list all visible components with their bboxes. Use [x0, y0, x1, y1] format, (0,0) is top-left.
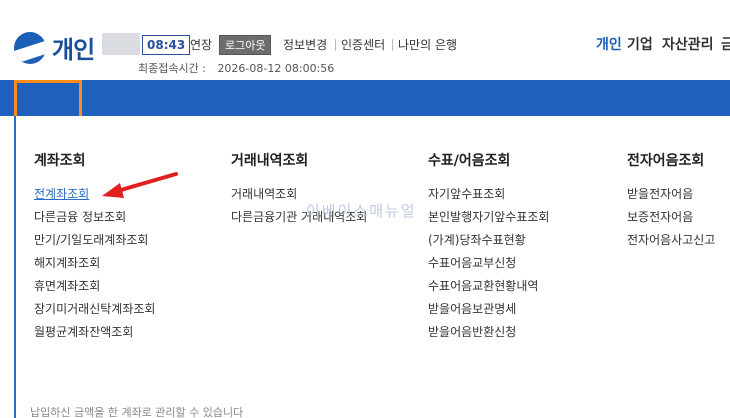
menu-maturity-accounts[interactable]: 만기/기일도래계좌조회 — [34, 232, 148, 248]
menu-cashier-check[interactable]: 자기앞수표조회 — [428, 186, 505, 202]
tab-open-banking[interactable]: 오픈뱅킹 — [165, 0, 217, 36]
tab-fund[interactable]: 펀드 — [428, 0, 454, 36]
menu-all-accounts[interactable]: 전계좌조회 — [34, 186, 89, 202]
nav-more[interactable]: 금 — [721, 36, 730, 54]
divider — [392, 39, 393, 51]
nav-asset-management[interactable]: 자산관리 — [662, 36, 714, 54]
session-timer: 08:43 — [142, 35, 191, 55]
menu-e-bill-accident-report[interactable]: 전자어음사고신고 — [627, 232, 715, 248]
watermark: 이베이스매뉴얼 — [306, 202, 417, 220]
column-title-e-bills: 전자어음조회 — [627, 153, 705, 169]
menu-current-account-check[interactable]: (가계)당좌수표현황 — [428, 232, 526, 248]
menu-other-finance-info[interactable]: 다른금융 정보조회 — [34, 209, 126, 225]
nav-personal[interactable]: 개인 — [596, 36, 622, 54]
tab-loan[interactable]: 대출 — [652, 0, 678, 36]
tab-utility[interactable]: 공과금 — [254, 0, 293, 36]
menu-check-exchange-history[interactable]: 수표어음교환현황내역 — [428, 278, 538, 294]
certificate-center-link[interactable]: 인증센터 — [341, 36, 385, 54]
tab-foreign[interactable]: 외 — [716, 0, 729, 36]
my-bank-link[interactable]: 나만의 은행 — [398, 36, 457, 54]
logout-button[interactable]: 로그아웃 — [219, 35, 272, 55]
last-access: 최종접속시간 : 2026-08-12 08:00:56 — [138, 60, 334, 76]
tab-deposit-trust[interactable]: 예금/신탁 — [331, 0, 388, 36]
menu-guarantee-e-bill[interactable]: 보증전자어음 — [627, 209, 693, 225]
menu-issued-cashier-check[interactable]: 본인발행자기앞수표조회 — [428, 209, 549, 225]
column-title-transactions: 거래내역조회 — [231, 153, 309, 169]
menu-bill-custody[interactable]: 받을어음보관명세 — [428, 301, 516, 317]
tab-insurance[interactable]: 보험 — [584, 0, 610, 36]
menu-monthly-average[interactable]: 월평균계좌잔액조회 — [34, 324, 133, 340]
menu-closed-accounts[interactable]: 해지계좌조회 — [34, 255, 100, 271]
logo-icon — [14, 31, 46, 64]
main-navigation — [0, 80, 730, 116]
tab-inquiry[interactable]: 조회 — [32, 0, 58, 36]
menu-receivable-e-bill[interactable]: 받을전자어음 — [627, 186, 693, 202]
menu-bill-return[interactable]: 받을어음반환신청 — [428, 324, 516, 340]
red-arrow-icon — [102, 172, 178, 198]
page-content-text: 납입하신 금액을 한 계좌로 관리할 수 있습니다 — [30, 406, 244, 418]
inquiry-dropdown-menu — [14, 116, 730, 418]
brand-label: 개인 — [52, 36, 95, 64]
last-access-value: 2026-08-12 08:00:56 — [217, 62, 335, 75]
divider — [335, 39, 336, 51]
menu-dormant-accounts[interactable]: 휴면계좌조회 — [34, 278, 100, 294]
column-title-account: 계좌조회 — [34, 153, 86, 169]
extend-session-link[interactable]: 연장 — [190, 36, 212, 54]
profile-link[interactable]: 정보변경 — [283, 36, 327, 54]
menu-transaction-history[interactable]: 거래내역조회 — [231, 186, 297, 202]
active-tab-indicator — [14, 80, 82, 116]
nav-business[interactable]: 기업 — [627, 36, 653, 54]
user-name-masked — [102, 33, 140, 55]
tab-transfer[interactable]: 이체 — [99, 0, 125, 36]
menu-long-term-trust[interactable]: 장기미거래신탁계좌조회 — [34, 301, 155, 317]
last-access-label: 최종접속시간 : — [138, 62, 206, 75]
tab-pension[interactable]: 퇴직연금 — [491, 0, 543, 36]
menu-check-issuance-request[interactable]: 수표어음교부신청 — [428, 255, 516, 271]
column-title-checks: 수표/어음조회 — [428, 153, 511, 169]
